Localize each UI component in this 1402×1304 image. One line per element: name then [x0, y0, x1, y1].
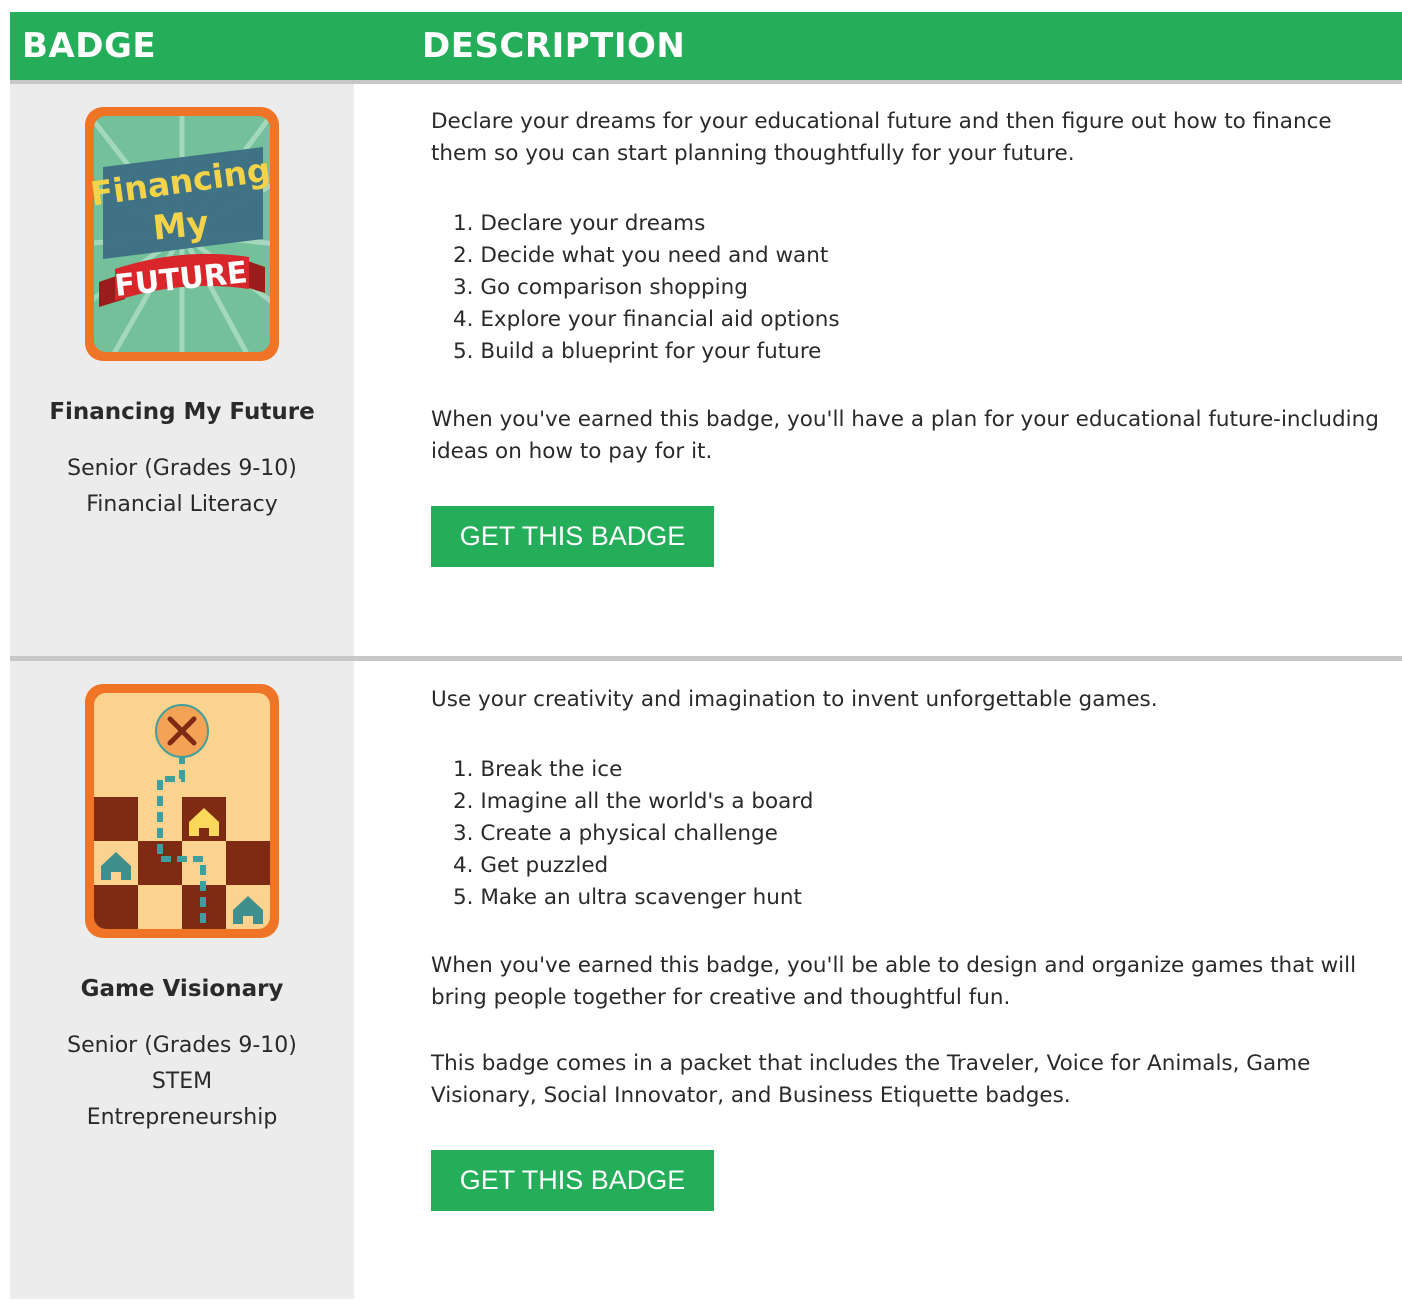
badge-table: BADGE DESCRIPTION Financing My FUTURE Fi… — [10, 12, 1402, 1299]
badge-level: Senior (Grades 9-10) — [67, 1033, 297, 1058]
steps-list: 1. Declare your dreams 2. Decide what yo… — [453, 208, 1382, 368]
badge-meta: Senior (Grades 9-10) STEM Entrepreneursh… — [67, 1028, 297, 1136]
get-this-badge-button[interactable]: GET THIS BADGE — [431, 506, 714, 567]
step-item: 2. Decide what you need and want — [453, 243, 829, 268]
badge-intro: Use your creativity and imagination to i… — [431, 687, 1158, 712]
description-cell: Use your creativity and imagination to i… — [354, 661, 1402, 1299]
header-badge: BADGE — [22, 26, 157, 66]
header-description: DESCRIPTION — [422, 26, 686, 66]
table-row: Game Visionary Senior (Grades 9-10) STEM… — [10, 661, 1402, 1299]
description-cell: Declare your dreams for your educational… — [354, 84, 1402, 656]
game-visionary-badge-image — [85, 684, 279, 938]
badge-title: Game Visionary — [80, 976, 284, 1002]
top-cut-off-heading — [0, 0, 1402, 12]
step-item: 1. Break the ice — [453, 757, 623, 782]
badge-intro: Declare your dreams for your educational… — [431, 109, 1332, 166]
steps-list: 1. Break the ice 2. Imagine all the worl… — [453, 754, 1382, 914]
step-item: 5. Build a blueprint for your future — [453, 339, 822, 364]
table-row: Financing My FUTURE Financing My Future … — [10, 84, 1402, 661]
step-item: 3. Create a physical challenge — [453, 821, 778, 846]
step-item: 4. Explore your financial aid options — [453, 307, 840, 332]
badge-cell: Financing My FUTURE Financing My Future … — [10, 84, 354, 656]
step-item: 1. Declare your dreams — [453, 211, 706, 236]
step-item: 3. Go comparison shopping — [453, 275, 748, 300]
badge-category: STEM — [151, 1069, 213, 1094]
step-item: 5. Make an ultra scavenger hunt — [453, 885, 802, 910]
badge-title: Financing My Future — [49, 399, 315, 425]
badge-outcome: When you've earned this badge, you'll be… — [431, 953, 1357, 1010]
badge-category: Entrepreneurship — [86, 1105, 278, 1130]
financing-my-future-badge-image: Financing My FUTURE — [85, 107, 279, 361]
badge-packet-note: This badge comes in a packet that includ… — [431, 1051, 1311, 1108]
badge-cell: Game Visionary Senior (Grades 9-10) STEM… — [10, 661, 354, 1299]
badge-category: Financial Literacy — [86, 492, 278, 517]
step-item: 2. Imagine all the world's a board — [453, 789, 814, 814]
badge-outcome: When you've earned this badge, you'll ha… — [431, 407, 1379, 464]
badge-art-word-2: My — [151, 203, 211, 249]
badge-meta: Senior (Grades 9-10) Financial Literacy — [67, 451, 297, 523]
step-item: 4. Get puzzled — [453, 853, 609, 878]
get-this-badge-button[interactable]: GET THIS BADGE — [431, 1150, 714, 1211]
table-header: BADGE DESCRIPTION — [10, 12, 1402, 84]
badge-level: Senior (Grades 9-10) — [67, 456, 297, 481]
